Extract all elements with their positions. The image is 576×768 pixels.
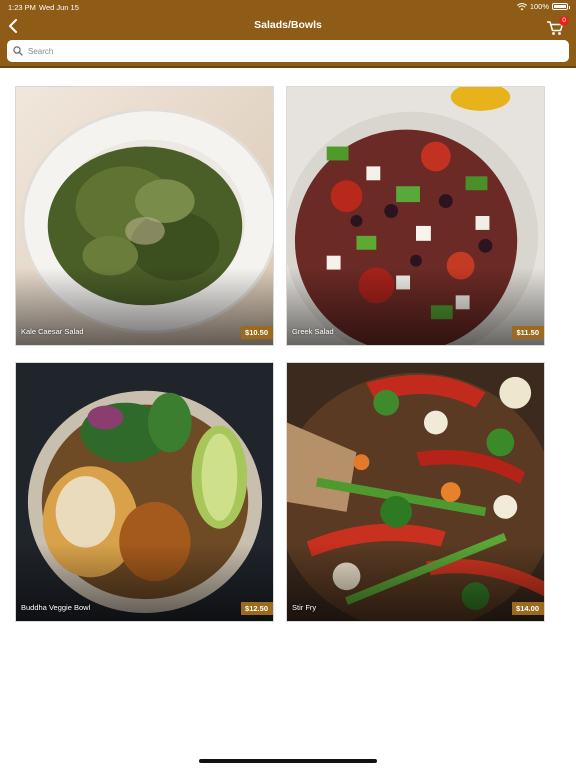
food-photo [287,363,544,621]
status-bar: 1:23 PM Wed Jun 15 100% [0,0,576,14]
cart-button[interactable]: 0 [545,16,569,38]
page-title: Salads/Bowls [254,19,322,31]
food-photo [16,363,273,621]
battery-icon [552,3,570,10]
status-date: Wed Jun 15 [39,3,79,12]
cart-count-badge: 0 [559,16,569,26]
top-bar: 1:23 PM Wed Jun 15 100% Salads/Bowls 0 S… [0,0,576,68]
menu-item-card[interactable]: Stir Fry $14.00 [286,362,545,622]
item-name: Greek Salad [292,327,334,336]
status-time: 1:23 PM [8,3,36,12]
item-name: Buddha Veggie Bowl [21,603,91,612]
item-name: Stir Fry [292,603,317,612]
nav-row: Salads/Bowls 0 [0,14,576,38]
item-price: $10.50 [241,326,273,339]
food-photo [16,87,273,345]
status-right: 100% [516,2,570,11]
item-price: $12.50 [241,602,273,615]
item-price: $14.00 [512,602,544,615]
battery-percent: 100% [529,2,549,11]
search-bar[interactable] [7,40,569,62]
food-photo [287,87,544,345]
menu-item-card[interactable]: Kale Caesar Salad $10.50 [15,86,274,346]
wifi-icon [516,2,527,10]
search-input[interactable] [28,46,528,56]
home-indicator [199,759,377,763]
menu-item-card[interactable]: Buddha Veggie Bowl $12.50 [15,362,274,622]
item-price: $11.50 [512,326,544,339]
item-name: Kale Caesar Salad [21,327,84,336]
menu-item-card[interactable]: Greek Salad $11.50 [286,86,545,346]
search-icon [13,46,23,56]
